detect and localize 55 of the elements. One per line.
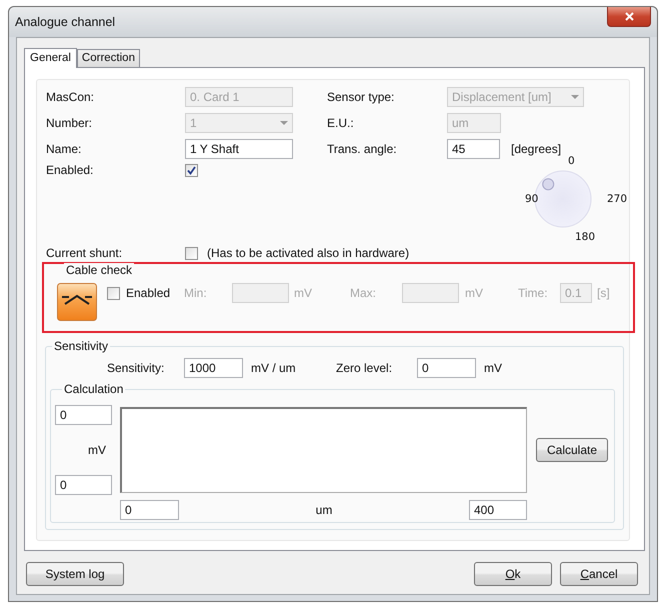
field-label: Time: [518,286,548,300]
field-label: Trans. angle: [327,142,397,156]
field-label: Current shunt: [46,246,124,260]
close-button[interactable] [607,7,651,27]
dialog-button[interactable]: System log [26,562,124,586]
input-field[interactable]: 0 [120,500,179,520]
input-field[interactable]: 400 [468,500,527,520]
input-field[interactable]: 0 [55,405,112,425]
input-field[interactable] [402,283,459,303]
unit-label: mV [484,361,502,375]
input-field[interactable]: 1 Y Shaft [185,139,293,159]
angle-label: 90 [525,193,538,205]
field-label: Enabled: [46,163,94,177]
dialog-button[interactable]: Ok [474,562,552,586]
input-field[interactable]: 1000 [184,358,243,378]
group-title: Calculation [64,382,124,396]
axis-unit: mV [88,443,106,457]
field-label: Zero level: [336,361,392,375]
field-label: Number: [46,116,92,130]
angle-label: 270 [607,193,628,205]
axis-unit: um [316,503,332,517]
input-field[interactable] [232,283,289,303]
field-label: Name: [46,142,82,156]
checkbox[interactable] [185,164,198,177]
unit-label: mV [294,286,312,300]
group-title: Cable check [66,263,132,277]
field-label: Min: [184,286,207,300]
group-title: Sensitivity [54,339,108,353]
input-field[interactable]: 0 [417,358,476,378]
tab[interactable]: Correction [76,49,140,67]
close-icon [624,12,634,21]
angle-label: 180 [575,231,596,243]
tab[interactable]: General [24,48,77,68]
window-title: Analogue channel [15,15,116,29]
checkbox[interactable] [185,246,198,260]
dialog-button[interactable]: Cancel [560,562,638,586]
input-field[interactable]: 45 [447,139,500,159]
checkbox[interactable] [107,286,120,300]
field-label: MasCon: [46,90,94,104]
caret-icon [280,120,288,126]
unit-label: mV [465,286,483,300]
unit-label: mV / um [251,361,296,375]
hint-text: (Has to be activated also in hardware) [207,246,410,260]
field-label: Sensitivity: [107,361,164,375]
caret-icon [571,94,579,100]
field-label: E.U.: [327,116,354,130]
knob[interactable] [542,178,554,190]
unit-label: [degrees] [511,142,562,156]
field-label: Sensor type: [327,90,394,104]
calculate-button[interactable]: Calculate [536,438,608,462]
input-field[interactable]: 0 [55,475,112,495]
unit-label: [s] [597,286,610,300]
field-label: Enabled [126,286,170,300]
field-label: Max: [350,286,376,300]
angle-label: 0 [568,155,575,167]
